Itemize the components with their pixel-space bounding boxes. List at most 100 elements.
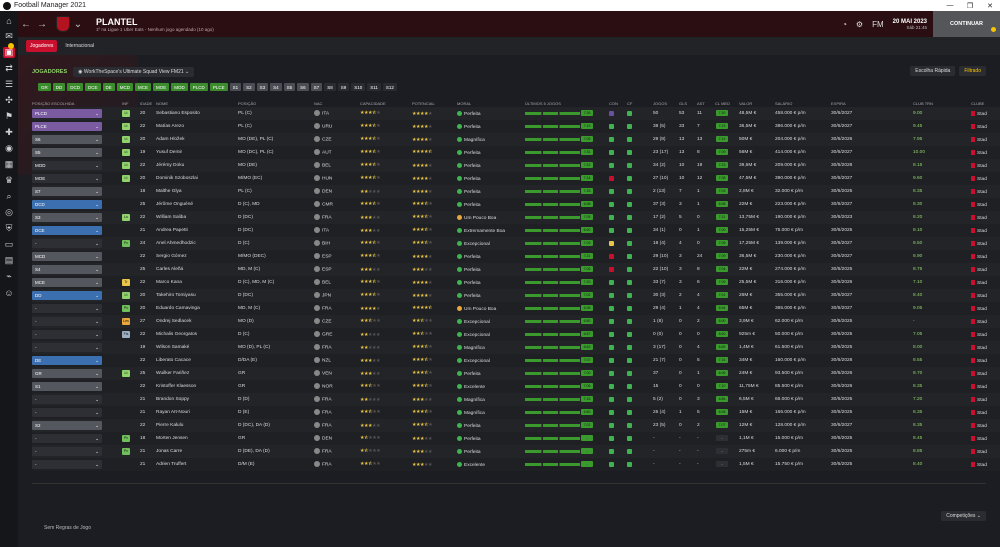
selection-cell[interactable]: - ⌄ bbox=[32, 328, 122, 341]
selection-cell[interactable]: DE ⌄ bbox=[32, 354, 122, 367]
position-selector[interactable]: DE ⌄ bbox=[32, 356, 102, 365]
position-selector[interactable]: - ⌄ bbox=[32, 434, 102, 443]
column-header[interactable]: NOME bbox=[156, 100, 238, 107]
column-header[interactable]: AST bbox=[697, 100, 715, 107]
staff-icon[interactable]: ☺ bbox=[3, 287, 15, 298]
table-row[interactable]: PLCD ⌄ Lt 20 Sebastiano Esposito PL (C) I… bbox=[32, 107, 1000, 120]
table-row[interactable]: S7 ⌄ 18 Malthe Glya PL (C) DEN ★★★★★ ★★★★… bbox=[32, 185, 1000, 198]
quick-pick-button[interactable]: Escolha Rápida bbox=[910, 66, 956, 76]
position-selector[interactable]: - ⌄ bbox=[32, 447, 102, 456]
info-badge[interactable]: Ls bbox=[122, 214, 130, 221]
search-icon[interactable]: ⌕ bbox=[3, 191, 15, 202]
table-row[interactable]: GR ⌄ Lt 25 Wuilker Fariñez GR VEN ★★★★★ ★… bbox=[32, 367, 1000, 380]
tab-players[interactable]: Jogadores bbox=[26, 40, 58, 52]
selection-cell[interactable]: S6 ⌄ bbox=[32, 133, 122, 146]
info-badge[interactable]: Lt bbox=[122, 162, 130, 169]
player-name[interactable]: William Saliba bbox=[156, 211, 238, 224]
column-header[interactable]: POSIÇÃO ESCOLHIDA bbox=[32, 100, 122, 107]
info-badge[interactable]: Pv bbox=[122, 448, 130, 455]
position-chip[interactable]: MOD bbox=[171, 83, 188, 91]
info-badge[interactable]: Lt bbox=[122, 110, 130, 117]
player-name[interactable]: Marco Kana bbox=[156, 276, 238, 289]
column-header[interactable]: POSIÇÃO bbox=[238, 100, 314, 107]
table-row[interactable]: MCE ⌄ Tr 22 Marco Kana D (C), MD, M (C) B… bbox=[32, 276, 1000, 289]
column-header[interactable]: CF bbox=[627, 100, 653, 107]
column-header[interactable]: SALÁRIO bbox=[775, 100, 831, 107]
home-icon[interactable]: ⌂ bbox=[3, 15, 15, 26]
position-chip[interactable]: S7 bbox=[310, 83, 323, 91]
selection-cell[interactable]: MCD ⌄ bbox=[32, 250, 122, 263]
column-header[interactable]: ÚLTIMOS 5 JOGOS bbox=[525, 100, 609, 107]
table-row[interactable]: - ⌄ 19 Wilson Samaké MO (D), PL (C) FRA ★… bbox=[32, 341, 1000, 354]
position-chip[interactable]: S10 bbox=[351, 83, 366, 91]
player-name[interactable]: Adrien Truffert bbox=[156, 458, 238, 471]
competitions-button[interactable]: Competições ⌄ bbox=[941, 511, 986, 521]
player-name[interactable]: Adam Hložek bbox=[156, 133, 238, 146]
player-name[interactable]: Matías Arezo bbox=[156, 120, 238, 133]
player-name[interactable]: Andrea Papetti bbox=[156, 224, 238, 237]
position-selector[interactable]: MOE ⌄ bbox=[32, 174, 102, 183]
position-selector[interactable]: S2 ⌄ bbox=[32, 421, 102, 430]
selection-cell[interactable]: PLCD ⌄ bbox=[32, 107, 122, 120]
table-row[interactable]: - ⌄ Pv 18 Morten Jensen GR DEN ★⯪★★★ ★★★★… bbox=[32, 432, 1000, 445]
selection-cell[interactable]: DCE ⌄ bbox=[32, 224, 122, 237]
info-badge[interactable]: Pv bbox=[122, 435, 130, 442]
selection-cell[interactable]: DD ⌄ bbox=[32, 289, 122, 302]
table-row[interactable]: DCE ⌄ 21 Andrea Papetti D (DC) ITA ★★★★★ … bbox=[32, 224, 1000, 237]
position-selector[interactable]: - ⌄ bbox=[32, 330, 102, 339]
position-chip[interactable]: S6 bbox=[297, 83, 309, 91]
info-badge[interactable]: Les bbox=[122, 318, 130, 325]
table-row[interactable]: S2 ⌄ 22 Pierre Kalulu D (DC), DA (D) FRA … bbox=[32, 419, 1000, 432]
table-row[interactable]: - ⌄ 21 Rayan Aït-Nouri D (E) FRA ★★⯪★★ ★★… bbox=[32, 406, 1000, 419]
selection-cell[interactable]: - ⌄ bbox=[32, 406, 122, 419]
player-name[interactable]: Wilson Samaké bbox=[156, 341, 238, 354]
table-row[interactable]: MOD ⌄ Lt 22 Jérémy Doku MO (DE) BEL ★★★⯪★… bbox=[32, 159, 1000, 172]
player-name[interactable]: Morten Jensen bbox=[156, 432, 238, 445]
info-badge[interactable]: Lt bbox=[122, 292, 130, 299]
column-header[interactable]: CLUBE bbox=[971, 100, 1000, 107]
column-header[interactable]: EXPIRA bbox=[831, 100, 913, 107]
chevron-down-icon[interactable]: ⌄ bbox=[70, 19, 86, 30]
calendar-icon[interactable]: ▦ bbox=[3, 159, 15, 170]
maximize-icon[interactable]: ❐ bbox=[960, 2, 980, 10]
player-name[interactable]: Rayan Aït-Nouri bbox=[156, 406, 238, 419]
info-badge[interactable]: Lt bbox=[122, 149, 130, 156]
position-selector[interactable]: S7 ⌄ bbox=[32, 187, 102, 196]
player-name[interactable]: Ondrej Sedlacek bbox=[156, 315, 238, 328]
scouting-icon[interactable]: ◎ bbox=[3, 207, 15, 218]
column-header[interactable]: INF bbox=[122, 100, 140, 107]
selection-cell[interactable]: - ⌄ bbox=[32, 393, 122, 406]
table-row[interactable]: DE ⌄ 22 Liberato Cacace D/DA (E) NZL ★★★★… bbox=[32, 354, 1000, 367]
column-header[interactable]: CON bbox=[609, 100, 627, 107]
position-chip[interactable]: S11 bbox=[367, 83, 381, 91]
position-selector[interactable]: - ⌄ bbox=[32, 408, 102, 417]
column-header[interactable]: VALOR bbox=[739, 100, 775, 107]
player-name[interactable]: Sergio Gómez bbox=[156, 250, 238, 263]
info-badge[interactable]: Lt bbox=[122, 136, 130, 143]
selection-cell[interactable]: S4 ⌄ bbox=[32, 263, 122, 276]
position-selector[interactable]: - ⌄ bbox=[32, 317, 102, 326]
help-icon[interactable]: ◔ bbox=[842, 20, 847, 29]
minimize-icon[interactable]: — bbox=[940, 2, 960, 10]
tab-international[interactable]: Internacional bbox=[61, 40, 98, 52]
selection-cell[interactable]: PLCE ⌄ bbox=[32, 120, 122, 133]
camera-icon[interactable]: ◉ bbox=[3, 143, 15, 154]
player-name[interactable]: Jérôme Onguéné bbox=[156, 198, 238, 211]
column-header[interactable]: POTENCIAL bbox=[412, 100, 457, 107]
player-name[interactable]: Dominik Szoboszlai bbox=[156, 172, 238, 185]
selection-cell[interactable]: - ⌄ bbox=[32, 432, 122, 445]
column-header[interactable]: GLS bbox=[679, 100, 697, 107]
player-name[interactable]: Kristoffer Klaesson bbox=[156, 380, 238, 393]
position-chip[interactable]: PLCE bbox=[209, 83, 228, 91]
column-header[interactable]: IDADE bbox=[140, 100, 156, 107]
position-selector[interactable]: - ⌄ bbox=[32, 239, 102, 248]
info-badge[interactable]: Pv bbox=[122, 305, 130, 312]
player-name[interactable]: Pierre Kalulu bbox=[156, 419, 238, 432]
player-name[interactable]: Yusuf Demir bbox=[156, 146, 238, 159]
table-row[interactable]: DD ⌄ Lt 20 Takehiro Tomiyasu D (DC) JPN ★… bbox=[32, 289, 1000, 302]
position-selector[interactable]: MCD ⌄ bbox=[32, 252, 102, 261]
player-name[interactable]: Sebastiano Esposito bbox=[156, 107, 238, 120]
position-chip[interactable]: S9 bbox=[337, 83, 350, 91]
continue-button[interactable]: CONTINUAR bbox=[933, 11, 1000, 37]
table-row[interactable]: S6 ⌄ Lt 20 Adam Hložek MO (DE), PL (C) CZ… bbox=[32, 133, 1000, 146]
